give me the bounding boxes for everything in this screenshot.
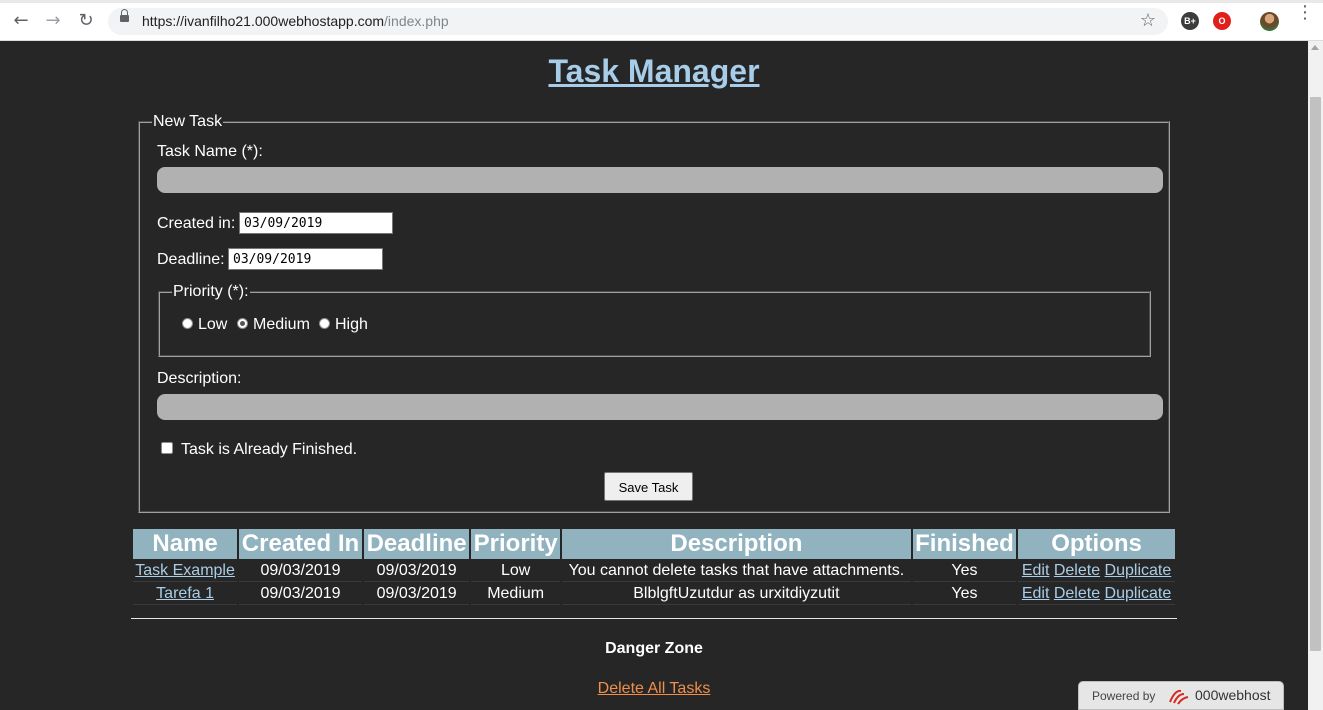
col-description-header: Description (561, 529, 911, 559)
col-created-header: Created In (239, 529, 362, 559)
priority-low-label: Low (198, 316, 228, 333)
reload-icon[interactable]: ↻ (75, 10, 97, 32)
tab-strip (0, 0, 1323, 3)
priority-medium-radio[interactable] (237, 318, 248, 329)
delete-link[interactable]: Delete (1054, 585, 1100, 602)
danger-zone-heading: Danger Zone (605, 640, 703, 657)
edit-link[interactable]: Edit (1022, 585, 1050, 602)
finished-cell: Yes (912, 584, 1017, 605)
table-header-row: Name Created In Deadline Priority Descri… (133, 529, 1175, 559)
col-finished-header: Finished (912, 529, 1017, 559)
000webhost-logo-icon (1169, 689, 1189, 705)
scroll-up-arrow-icon[interactable] (1311, 45, 1319, 50)
url-text[interactable]: https://ivanfilho21.000webhostapp.com/in… (142, 13, 449, 29)
description-cell: BlblgftUzutdur as urxitdiyzutit (561, 584, 911, 605)
tasks-table: Name Created In Deadline Priority Descri… (131, 527, 1177, 607)
edit-link[interactable]: Edit (1022, 562, 1050, 579)
opera-extension-icon[interactable]: O (1213, 12, 1231, 30)
page-scrollbar[interactable] (1308, 41, 1323, 710)
created-cell: 09/03/2019 (239, 561, 362, 582)
col-options-header: Options (1018, 529, 1175, 559)
delete-all-tasks-link[interactable]: Delete All Tasks (598, 680, 711, 697)
extension-b-icon[interactable]: B+ (1181, 12, 1199, 30)
task-name-label: Task Name (*): (157, 143, 263, 160)
powered-by-badge[interactable]: Powered by 000webhost (1078, 681, 1284, 710)
priority-high-radio[interactable] (319, 318, 330, 329)
task-name-cell: Task Example (133, 561, 238, 582)
delete-link[interactable]: Delete (1054, 562, 1100, 579)
new-task-legend: New Task (153, 113, 223, 130)
deadline-date-input[interactable]: 03/09/2019 (228, 248, 383, 270)
description-input[interactable] (157, 394, 1163, 420)
options-cell: Edit Delete Duplicate (1018, 561, 1175, 582)
section-divider (131, 618, 1177, 619)
options-cell: Edit Delete Duplicate (1018, 584, 1175, 605)
browser-toolbar: ← → ↻ https://ivanfilho21.000webhostapp.… (0, 0, 1323, 41)
scroll-thumb[interactable] (1310, 97, 1321, 651)
lock-icon (120, 9, 129, 22)
priority-legend: Priority (*): (173, 283, 249, 300)
task-name-link[interactable]: Tarefa 1 (156, 585, 214, 602)
description-cell: You cannot delete tasks that have attach… (561, 561, 911, 582)
created-cell: 09/03/2019 (239, 584, 362, 605)
task-name-cell: Tarefa 1 (133, 584, 238, 605)
priority-medium-label: Medium (253, 316, 310, 333)
forward-icon[interactable]: → (42, 10, 64, 32)
priority-high-label: High (335, 316, 368, 333)
duplicate-link[interactable]: Duplicate (1105, 585, 1172, 602)
table-row: Task Example 09/03/2019 09/03/2019 Low Y… (133, 561, 1175, 582)
table-row: Tarefa 1 09/03/2019 09/03/2019 Medium Bl… (133, 584, 1175, 605)
page-title[interactable]: Task Manager (548, 53, 759, 89)
address-bar[interactable]: https://ivanfilho21.000webhostapp.com/in… (108, 8, 1168, 35)
created-in-label: Created in: (157, 215, 236, 232)
page-title-container: Task Manager (0, 53, 1308, 90)
finished-checkbox[interactable] (161, 442, 173, 454)
task-name-input[interactable] (157, 167, 1163, 193)
powered-by-text: Powered by (1092, 689, 1156, 703)
priority-low-radio[interactable] (182, 318, 193, 329)
col-priority-header: Priority (471, 529, 560, 559)
description-label: Description: (157, 370, 242, 387)
brand-name: 000webhost (1195, 687, 1271, 703)
back-icon[interactable]: ← (10, 10, 32, 32)
task-name-link[interactable]: Task Example (135, 562, 235, 579)
browser-menu-icon[interactable]: ⋮ (1296, 4, 1314, 22)
deadline-cell: 09/03/2019 (363, 584, 470, 605)
col-deadline-header: Deadline (363, 529, 470, 559)
created-in-date-input[interactable]: 03/09/2019 (239, 212, 393, 234)
finished-label: Task is Already Finished. (181, 441, 358, 458)
priority-cell: Low (471, 561, 560, 582)
bookmark-star-icon[interactable]: ☆ (1140, 10, 1156, 31)
save-task-button[interactable]: Save Task (604, 472, 693, 501)
duplicate-link[interactable]: Duplicate (1105, 562, 1172, 579)
col-name-header: Name (133, 529, 238, 559)
finished-cell: Yes (912, 561, 1017, 582)
deadline-cell: 09/03/2019 (363, 561, 470, 582)
profile-avatar[interactable] (1260, 12, 1279, 31)
priority-cell: Medium (471, 584, 560, 605)
deadline-label: Deadline: (157, 251, 225, 268)
